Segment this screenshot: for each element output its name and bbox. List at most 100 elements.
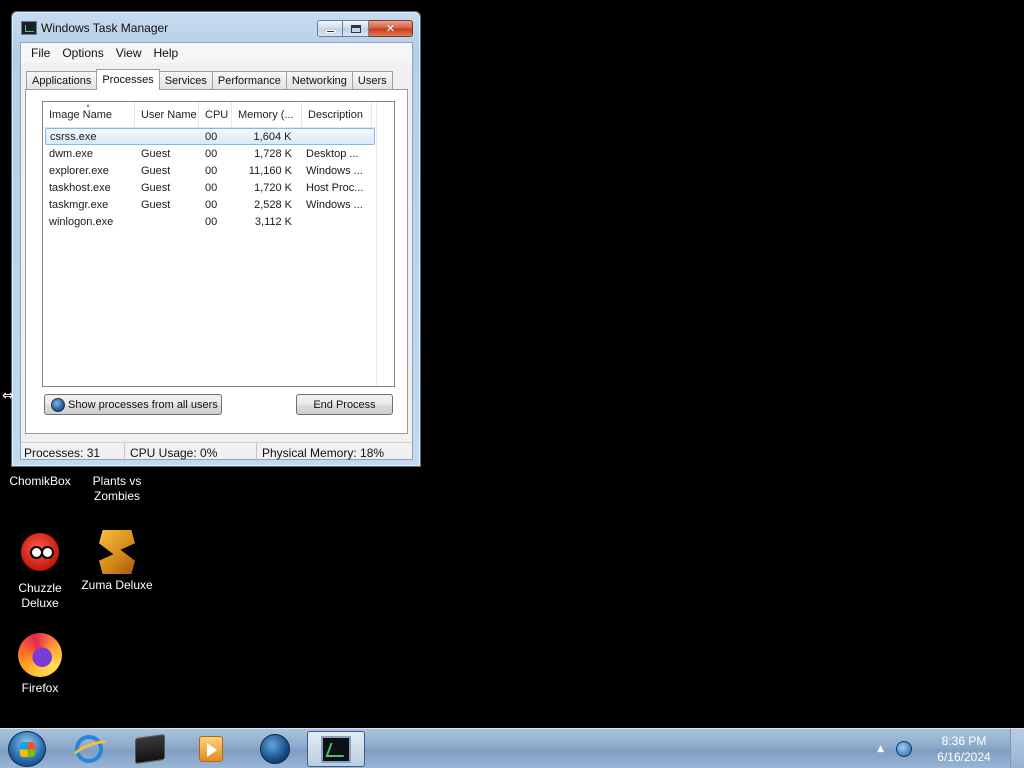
minimize-button[interactable] [317,20,343,37]
status-bar: Processes: 31 CPU Usage: 0% Physical Mem… [21,442,412,462]
tab-performance[interactable]: Performance [211,71,287,89]
cell-image-name: dwm.exe [49,147,94,160]
cell-memory: 1,720 K [254,181,292,194]
maximize-button[interactable] [343,20,369,37]
desktop-icon-plants-vs-zombies[interactable]: Plants vs Zombies [77,474,157,504]
tab-networking[interactable]: Networking [285,71,353,89]
desktop-icon-firefox[interactable]: Firefox [0,633,80,696]
cell-user-name: Guest [141,181,171,194]
desktop-icon-label: ChomikBox [9,474,71,488]
desktop-icon-chomikbox[interactable]: ChomikBox [0,474,80,489]
cell-memory: 2,528 K [254,198,292,211]
network-icon[interactable] [896,741,912,757]
cell-memory: 1,728 K [254,147,292,160]
list-body: csrss.exe 00 1,604 K dwm.exe Guest 00 1,… [43,128,394,230]
media-player-icon [199,736,223,762]
taskbar-internet-explorer[interactable] [60,731,118,767]
column-user-name[interactable]: User Name [135,102,199,128]
status-cpu-usage: CPU Usage: 0% [125,443,257,462]
taskbar-globe-app[interactable] [246,731,304,767]
cell-user-name: Guest [141,147,171,160]
taskbar-media-player[interactable] [182,731,240,767]
menu-view[interactable]: View [110,46,148,60]
tab-processes[interactable]: Processes [96,69,160,90]
minimize-icon [325,30,335,33]
column-label: Description [308,109,364,121]
resize-cursor-icon: ⇔ [2,388,14,404]
table-row[interactable]: csrss.exe 00 1,604 K [45,128,375,145]
cell-user-name: Guest [141,198,171,211]
maximize-icon [350,24,361,33]
title-bar[interactable]: Windows Task Manager ✕ [12,12,420,42]
task-manager-icon [21,21,37,35]
column-image-name[interactable]: ▲ Image Name [43,102,135,128]
column-description[interactable]: Description [302,102,372,128]
system-tray: ▲ 8:36 PM 6/16/2024 [877,729,1024,768]
column-memory[interactable]: Memory (... [232,102,302,128]
cell-cpu: 00 [205,164,218,177]
column-label: Image Name [49,109,112,121]
column-label: Memory (... [238,109,294,121]
cell-description: Windows ... [306,198,363,211]
cell-cpu: 00 [205,147,218,160]
show-desktop-button[interactable] [1010,729,1024,768]
tab-services[interactable]: Services [158,71,213,89]
scrollbar-area [376,102,394,386]
chomikbox-icon [135,733,165,765]
cell-cpu: 00 [205,181,218,194]
desktop-icon-label: Zuma Deluxe [81,578,153,592]
table-row[interactable]: explorer.exe Guest 00 11,160 K Windows .… [45,162,375,179]
table-row[interactable]: taskhost.exe Guest 00 1,720 K Host Proc.… [45,179,375,196]
task-manager-icon [321,735,351,763]
processes-panel: ▲ Image Name User Name CPU Memory (... D… [25,89,408,434]
taskbar-chomikbox[interactable] [121,731,179,767]
cell-description: Host Proc... [306,181,364,194]
close-icon: ✕ [385,22,396,35]
cell-image-name: csrss.exe [50,130,97,143]
cell-image-name: taskhost.exe [49,181,111,194]
menu-help[interactable]: Help [148,46,185,60]
cell-memory: 11,160 K [248,164,292,177]
column-label: CPU [205,109,229,121]
taskbar-task-manager[interactable] [307,731,365,767]
table-row[interactable]: taskmgr.exe Guest 00 2,528 K Windows ... [45,196,375,213]
globe-icon [260,734,290,764]
shield-icon [51,397,65,412]
tab-applications[interactable]: Applications [26,71,98,89]
cell-cpu: 00 [205,130,218,143]
status-physical-memory: Physical Memory: 18% [262,445,385,460]
menu-bar: File Options View Help [21,43,412,63]
status-processes: Processes: 31 [21,443,125,462]
cell-image-name: winlogon.exe [49,215,114,228]
cell-description: Desktop ... [306,147,359,160]
taskbar: ▲ 8:36 PM 6/16/2024 [0,728,1024,768]
desktop-icon-label: Chuzzle Deluxe [18,581,62,610]
show-hidden-icons-icon[interactable]: ▲ [877,744,884,754]
cell-image-name: explorer.exe [49,164,109,177]
menu-options[interactable]: Options [56,46,109,60]
window-client-area: File Options View Help Applications Proc… [20,42,413,462]
cell-memory: 3,112 K [254,215,292,228]
table-row[interactable]: dwm.exe Guest 00 1,728 K Desktop ... [45,145,375,162]
table-row[interactable]: winlogon.exe 00 3,112 K [45,213,375,230]
show-all-users-label: Show processes from all users [68,398,218,411]
show-all-users-button[interactable]: Show processes from all users [44,394,222,415]
tab-users[interactable]: Users [351,71,393,89]
desktop-icon-label: Plants vs Zombies [92,474,142,503]
column-cpu[interactable]: CPU [199,102,232,128]
close-button[interactable]: ✕ [369,20,413,37]
zuma-icon [95,530,139,574]
end-process-button[interactable]: End Process [296,394,393,415]
desktop-icon-zuma-deluxe[interactable]: Zuma Deluxe [77,530,157,593]
clock-date: 6/16/2024 [937,750,991,764]
menu-file[interactable]: File [25,46,56,60]
desktop-icon-label: Firefox [21,681,59,695]
clock[interactable]: 8:36 PM 6/16/2024 [932,733,996,765]
desktop-icon-chuzzle-deluxe[interactable]: Chuzzle Deluxe [0,530,80,611]
column-label: User Name [141,109,197,121]
list-header: ▲ Image Name User Name CPU Memory (... D… [43,102,394,128]
start-button[interactable] [8,731,46,767]
process-list[interactable]: ▲ Image Name User Name CPU Memory (... D… [42,101,395,387]
task-manager-window[interactable]: Windows Task Manager ✕ File Options View… [11,11,421,467]
sort-ascending-icon: ▲ [85,103,91,109]
